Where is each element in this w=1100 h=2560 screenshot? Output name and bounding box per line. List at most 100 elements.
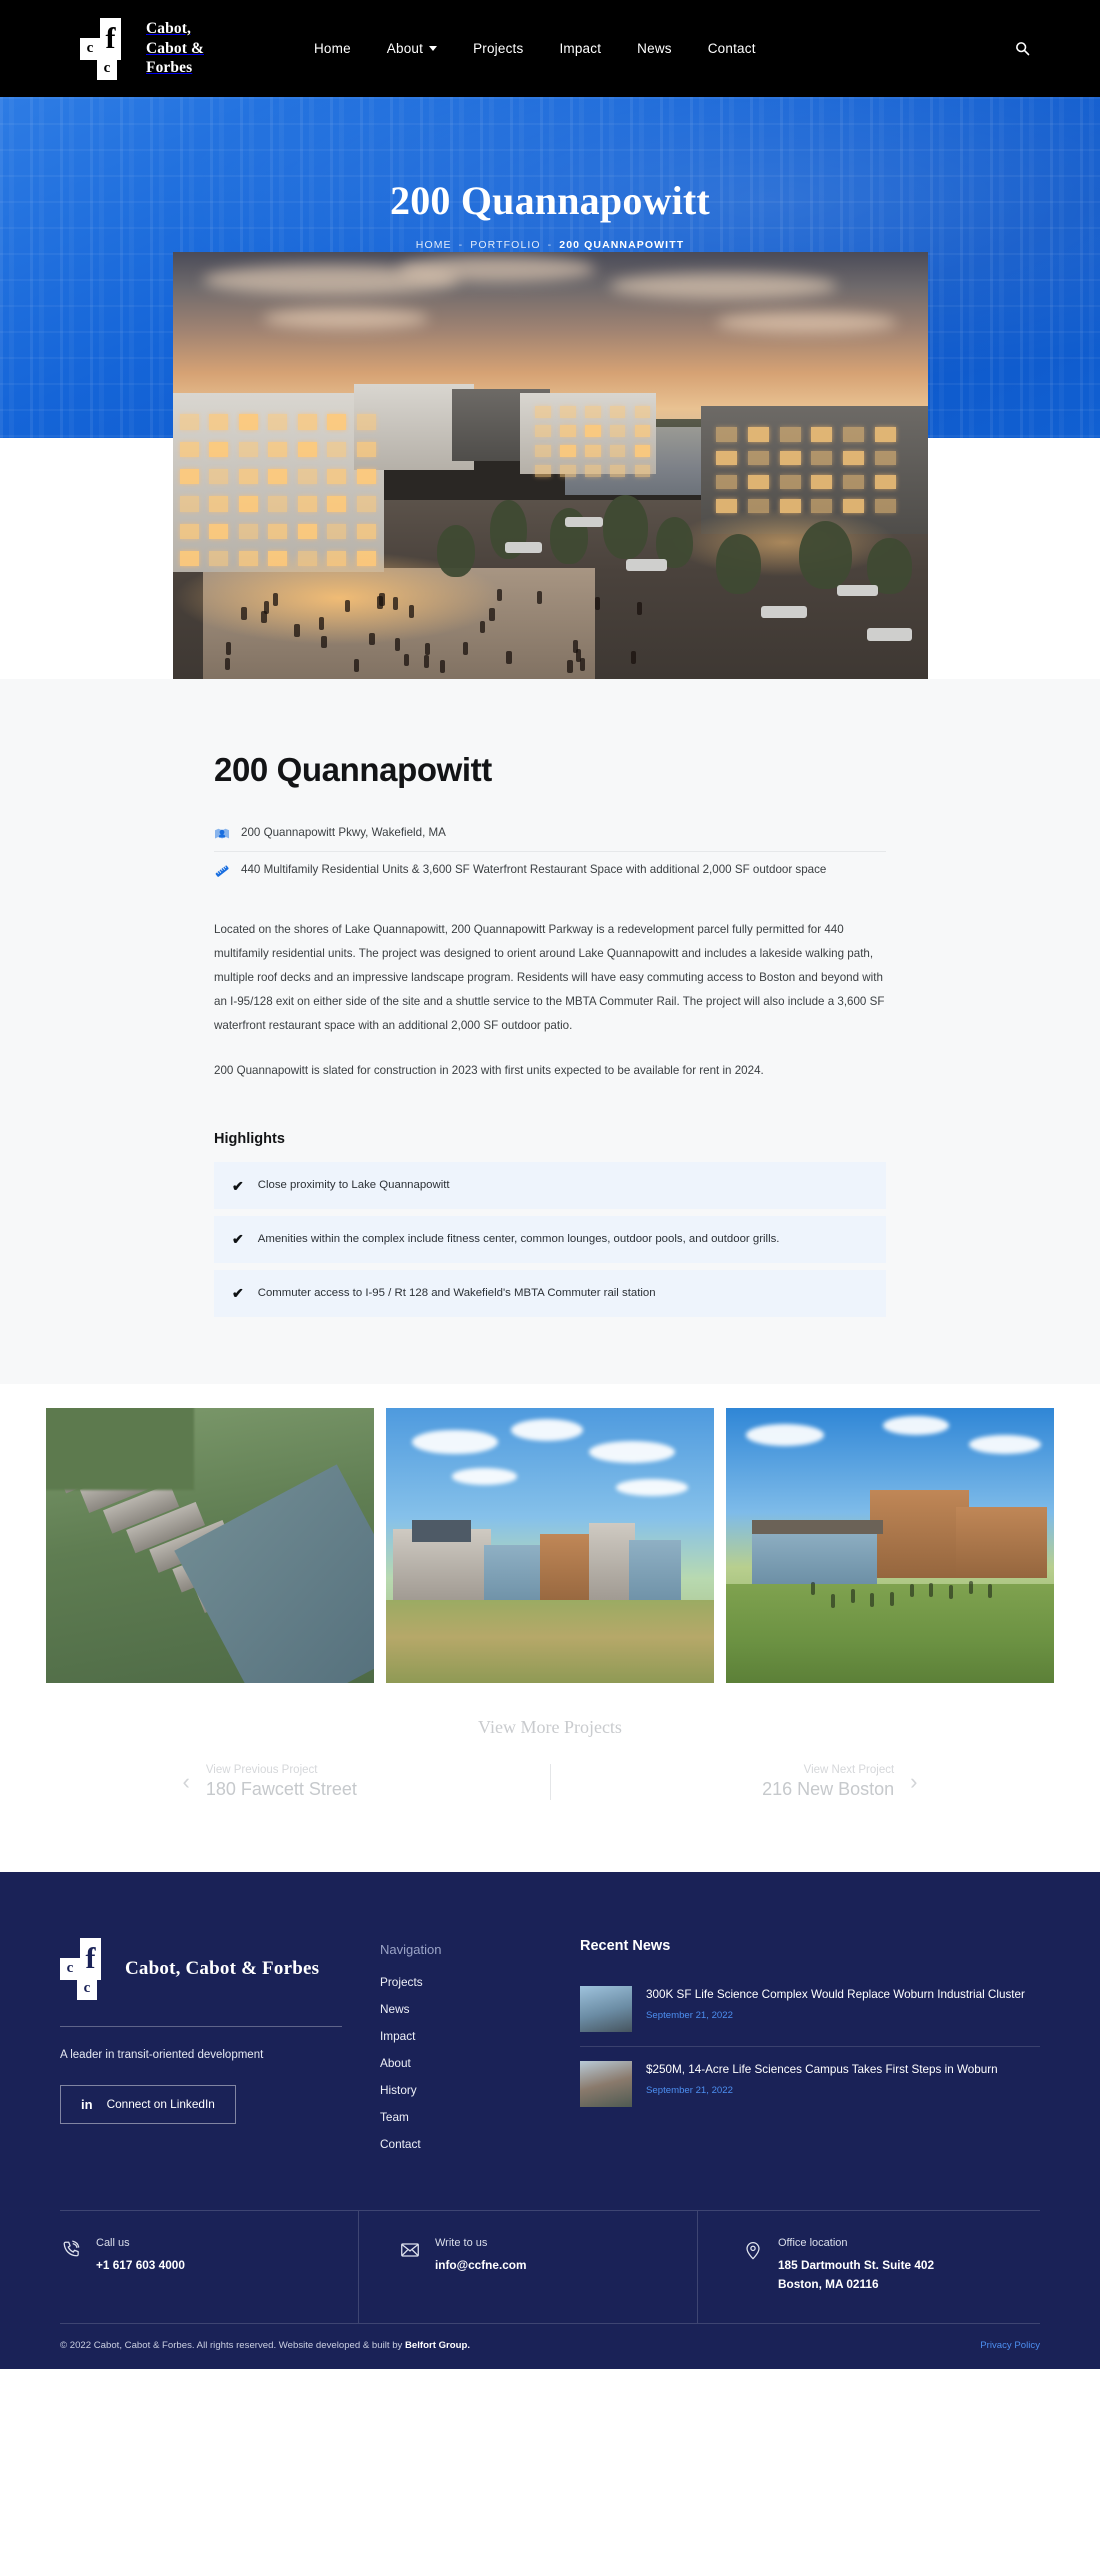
nav-label-contact: Contact bbox=[708, 41, 756, 56]
ruler-icon bbox=[214, 863, 230, 879]
contact-phone-value[interactable]: +1 617 603 4000 bbox=[96, 2256, 185, 2275]
news-item[interactable]: 300K SF Life Science Complex Would Repla… bbox=[580, 1972, 1040, 2047]
gallery-image-1[interactable] bbox=[46, 1408, 374, 1683]
privacy-policy-link[interactable]: Privacy Policy bbox=[980, 2340, 1040, 2351]
footer-nav-news[interactable]: News bbox=[380, 2002, 580, 2016]
page-title: 200 Quannapowitt bbox=[390, 179, 710, 223]
highlights-section: Highlights ✔ Close proximity to Lake Qua… bbox=[214, 1131, 886, 1316]
gallery-image-2[interactable] bbox=[386, 1408, 714, 1683]
footer-legal-bar: © 2022 Cabot, Cabot & Forbes. All rights… bbox=[60, 2323, 1040, 2369]
footer-nav-contact[interactable]: Contact bbox=[380, 2137, 580, 2151]
footer-nav-history[interactable]: History bbox=[380, 2083, 580, 2097]
breadcrumb-home[interactable]: HOME bbox=[416, 239, 452, 251]
chevron-left-icon: ‹ bbox=[183, 1771, 190, 1793]
linkedin-button[interactable]: in Connect on LinkedIn bbox=[60, 2085, 236, 2124]
breadcrumb-portfolio[interactable]: PORTFOLIO bbox=[470, 239, 540, 251]
previous-project-title: 180 Fawcett Street bbox=[206, 1779, 357, 1800]
location-pin-icon bbox=[214, 826, 230, 842]
site-header: c f c Cabot, Cabot & Forbes Home About P… bbox=[0, 0, 1100, 97]
breadcrumb-separator-2: - bbox=[548, 239, 553, 251]
copyright-prefix: © 2022 Cabot, Cabot & Forbes. All rights… bbox=[60, 2340, 405, 2351]
contact-address-label: Office location bbox=[778, 2237, 934, 2249]
project-meta-list: 200 Quannapowitt Pkwy, Wakefield, MA 440… bbox=[214, 815, 886, 888]
site-footer: c f c Cabot, Cabot & Forbes A leader in … bbox=[0, 1872, 1100, 2370]
nav-item-projects[interactable]: Projects bbox=[473, 41, 523, 56]
project-meta-size: 440 Multifamily Residential Units & 3,60… bbox=[214, 852, 886, 888]
logo-letter-c1: c bbox=[60, 1958, 80, 1980]
page-root: c f c Cabot, Cabot & Forbes Home About P… bbox=[0, 0, 1100, 2369]
footer-nav-projects[interactable]: Projects bbox=[380, 1975, 580, 1989]
contact-email-value[interactable]: info@ccfne.com bbox=[435, 2256, 526, 2275]
ccf-logo-mark: c f c bbox=[60, 1938, 116, 2000]
news-title: $250M, 14-Acre Life Sciences Campus Take… bbox=[646, 2061, 998, 2079]
nav-label-home: Home bbox=[314, 41, 351, 56]
nav-item-home[interactable]: Home bbox=[314, 41, 351, 56]
next-project-title: 216 New Boston bbox=[762, 1779, 894, 1800]
view-more-projects-link[interactable]: View More Projects bbox=[0, 1683, 1100, 1738]
footer-nav-about[interactable]: About bbox=[380, 2056, 580, 2070]
project-hero-image bbox=[173, 252, 928, 679]
site-logo[interactable]: c f c Cabot, Cabot & Forbes bbox=[80, 18, 204, 80]
chevron-right-icon: › bbox=[910, 1771, 917, 1793]
footer-nav-impact[interactable]: Impact bbox=[380, 2029, 580, 2043]
project-gallery bbox=[0, 1384, 1100, 1683]
nav-label-news: News bbox=[637, 41, 672, 56]
contact-phone: Call us +1 617 603 4000 bbox=[60, 2211, 359, 2324]
project-pager: ‹ View Previous Project 180 Fawcett Stre… bbox=[0, 1738, 1100, 1872]
project-size-text: 440 Multifamily Residential Units & 3,60… bbox=[241, 861, 826, 879]
highlight-text: Close proximity to Lake Quannapowitt bbox=[258, 1176, 450, 1195]
nav-item-contact[interactable]: Contact bbox=[708, 41, 756, 56]
footer-navigation-column: Navigation Projects News Impact About Hi… bbox=[380, 1938, 580, 2164]
nav-item-about[interactable]: About bbox=[387, 41, 437, 56]
footer-nav-heading: Navigation bbox=[380, 1942, 580, 1957]
brand-line-3: Forbes bbox=[146, 59, 192, 76]
project-address-text: 200 Quannapowitt Pkwy, Wakefield, MA bbox=[241, 824, 446, 842]
footer-brand-column: c f c Cabot, Cabot & Forbes A leader in … bbox=[60, 1938, 380, 2164]
recent-news-heading: Recent News bbox=[580, 1938, 1040, 1954]
nav-item-impact[interactable]: Impact bbox=[559, 41, 601, 56]
news-date: September 21, 2022 bbox=[646, 2085, 998, 2096]
footer-nav-list: Projects News Impact About History Team … bbox=[380, 1975, 580, 2151]
previous-project-link[interactable]: ‹ View Previous Project 180 Fawcett Stre… bbox=[183, 1764, 550, 1800]
hero-image-container bbox=[0, 252, 1100, 679]
footer-nav-team[interactable]: Team bbox=[380, 2110, 580, 2124]
news-thumbnail bbox=[580, 2061, 632, 2107]
project-description: Located on the shores of Lake Quannapowi… bbox=[214, 918, 886, 1083]
logo-letter-c1: c bbox=[80, 38, 100, 60]
footer-logo[interactable]: c f c Cabot, Cabot & Forbes bbox=[60, 1938, 380, 2000]
envelope-icon bbox=[399, 2239, 421, 2261]
footer-brand-name: Cabot, Cabot & Forbes bbox=[125, 1958, 319, 1980]
news-item[interactable]: $250M, 14-Acre Life Sciences Campus Take… bbox=[580, 2047, 1040, 2121]
project-paragraph-2: 200 Quannapowitt is slated for construct… bbox=[214, 1059, 886, 1083]
ccf-logo-mark: c f c bbox=[80, 18, 136, 80]
project-paragraph-1: Located on the shores of Lake Quannapowi… bbox=[214, 918, 886, 1037]
nav-label-about: About bbox=[387, 41, 423, 56]
check-icon: ✔ bbox=[232, 1179, 244, 1193]
search-icon bbox=[1015, 41, 1030, 56]
next-project-link[interactable]: View Next Project 216 New Boston › bbox=[551, 1764, 918, 1800]
phone-icon bbox=[60, 2239, 82, 2261]
contact-email-label: Write to us bbox=[435, 2237, 526, 2249]
previous-project-label: View Previous Project bbox=[206, 1764, 357, 1776]
copyright-text: © 2022 Cabot, Cabot & Forbes. All rights… bbox=[60, 2340, 470, 2351]
highlights-heading: Highlights bbox=[214, 1131, 886, 1147]
contact-phone-label: Call us bbox=[96, 2237, 185, 2249]
check-icon: ✔ bbox=[232, 1286, 244, 1300]
logo-letter-c2: c bbox=[97, 58, 117, 80]
news-title: 300K SF Life Science Complex Would Repla… bbox=[646, 1986, 1025, 2004]
check-icon: ✔ bbox=[232, 1232, 244, 1246]
footer-divider bbox=[60, 2026, 342, 2027]
contact-address: Office location 185 Dartmouth St. Suite … bbox=[698, 2211, 1040, 2324]
search-button[interactable] bbox=[1015, 41, 1030, 56]
map-pin-icon bbox=[742, 2239, 764, 2261]
highlight-text: Amenities within the complex include fit… bbox=[258, 1230, 780, 1249]
contact-address-value: 185 Dartmouth St. Suite 402 Boston, MA 0… bbox=[778, 2256, 934, 2294]
gallery-image-3[interactable] bbox=[726, 1408, 1054, 1683]
main-navigation: Home About Projects Impact News Contact bbox=[314, 41, 756, 56]
project-title: 200 Quannapowitt bbox=[214, 679, 886, 789]
footer-contact-bar: Call us +1 617 603 4000 Write to us info… bbox=[60, 2210, 1040, 2324]
nav-item-news[interactable]: News bbox=[637, 41, 672, 56]
news-date: September 21, 2022 bbox=[646, 2010, 1025, 2021]
highlight-text: Commuter access to I-95 / Rt 128 and Wak… bbox=[258, 1284, 656, 1303]
breadcrumb-current: 200 QUANNAPOWITT bbox=[559, 239, 684, 251]
